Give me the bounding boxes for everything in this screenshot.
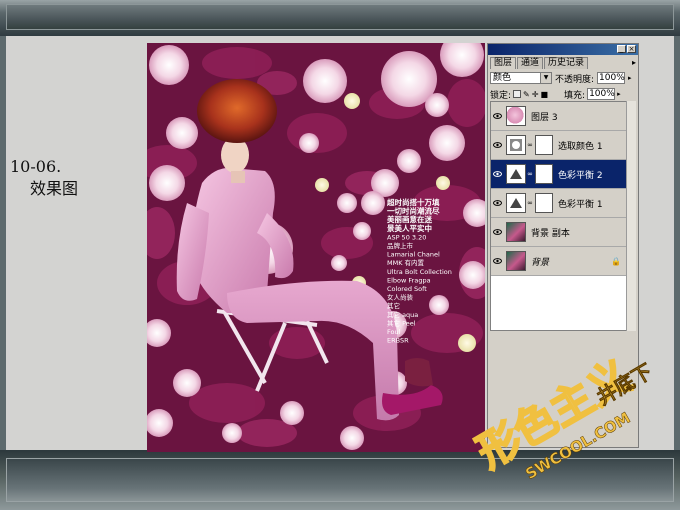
bottom-frame-bar bbox=[0, 450, 680, 510]
result-photo: 超时尚搭十万填 一切时尚潮流尽 美丽画意在迷 景美人平实中 ASP 50 3.20 品牌上… bbox=[147, 43, 485, 452]
lock-icon: 🔒 bbox=[611, 256, 621, 266]
eye-icon[interactable] bbox=[491, 200, 503, 206]
palette-title-bar[interactable]: _ × bbox=[488, 44, 638, 55]
photo-text-line: Colored Soft bbox=[387, 285, 427, 293]
palette-menu-icon[interactable]: ▸ bbox=[632, 58, 636, 67]
layer-thumbnail bbox=[506, 251, 526, 271]
link-icon: ∞ bbox=[527, 199, 533, 207]
layer-row-background-copy[interactable]: 背景 副本 bbox=[491, 218, 627, 247]
lock-transparency-icon[interactable] bbox=[513, 90, 522, 98]
layer-row-background[interactable]: 背景 🔒 bbox=[491, 247, 627, 276]
layer-mask-thumbnail bbox=[535, 193, 553, 213]
photo-text-line: Lamarial Chanel bbox=[387, 251, 440, 259]
photo-text-line: 其它 aqua bbox=[387, 310, 418, 319]
caption-title: 效果图 bbox=[30, 179, 79, 198]
photo-text-line: 其它 Peel bbox=[387, 318, 416, 327]
chevron-down-icon[interactable]: ▼ bbox=[540, 73, 551, 83]
minimize-icon[interactable]: _ bbox=[617, 45, 626, 53]
photo-text-line: Foul bbox=[387, 328, 401, 336]
photo-text-line: 其它 bbox=[387, 301, 400, 310]
layers-list: 图层 3 ∞ 选取颜色 1 ∞ 色彩平衡 2 ∞ 色彩平衡 1 背景 副本 背景… bbox=[490, 101, 628, 331]
photo-text-line: Ultra Bolt Collection bbox=[387, 268, 452, 276]
left-frame-edge bbox=[0, 36, 6, 450]
right-frame-edge bbox=[674, 36, 680, 450]
photo-text-line: 超时尚搭十万填 bbox=[386, 197, 440, 207]
layer-row-layer3[interactable]: 图层 3 bbox=[491, 102, 627, 131]
close-icon[interactable]: × bbox=[627, 45, 636, 53]
layer-name: 色彩平衡 1 bbox=[558, 199, 603, 210]
link-icon: ∞ bbox=[527, 170, 533, 178]
tab-layers[interactable]: 图层 bbox=[490, 57, 517, 69]
layer-mask-thumbnail bbox=[535, 135, 553, 155]
adjustment-layer-icon bbox=[506, 135, 526, 155]
blend-opacity-row: 颜色 ▼ 不透明度: 100% ▸ bbox=[488, 69, 638, 87]
adjustment-layer-icon bbox=[506, 164, 526, 184]
photo-text-line: MMK 有内置 bbox=[387, 258, 425, 267]
layer-row-selective-color[interactable]: ∞ 选取颜色 1 bbox=[491, 131, 627, 160]
layer-thumbnail bbox=[506, 222, 526, 242]
layer-mask-thumbnail bbox=[535, 164, 553, 184]
layer-name: 背景 副本 bbox=[531, 228, 570, 239]
opacity-label: 不透明度: bbox=[555, 74, 595, 85]
photo-text-line: 品牌上市 bbox=[387, 241, 414, 250]
caption-number: 10-06. bbox=[10, 157, 62, 176]
lock-brush-icon[interactable]: ✎ bbox=[523, 90, 530, 99]
fill-arrow-icon[interactable]: ▸ bbox=[617, 90, 621, 98]
photo-text-line: 女人尚装 bbox=[387, 293, 414, 302]
fill-label: 填充: bbox=[564, 90, 586, 101]
photo-text-line: ERBSR bbox=[387, 337, 409, 345]
layers-palette: _ × 图层 通道 历史记录 ▸ 颜色 ▼ 不透明度: 100% ▸ 锁定: ✎… bbox=[487, 43, 639, 448]
palette-tabs: 图层 通道 历史记录 ▸ bbox=[488, 57, 638, 69]
blend-mode-value: 颜色 bbox=[493, 73, 512, 83]
layer-row-color-balance-1[interactable]: ∞ 色彩平衡 1 bbox=[491, 189, 627, 218]
layer-name: 背景 bbox=[531, 257, 550, 268]
photo-text-line: 一切时尚潮流尽 bbox=[387, 206, 440, 216]
eye-icon[interactable] bbox=[491, 142, 503, 148]
lock-fill-row: 锁定: ✎ ✛ ■ 填充: 100% ▸ bbox=[488, 87, 638, 101]
opacity-field[interactable]: 100% bbox=[597, 72, 626, 84]
eye-icon[interactable] bbox=[491, 171, 503, 177]
layer-thumbnail bbox=[506, 106, 526, 126]
eye-icon[interactable] bbox=[491, 229, 503, 235]
blend-mode-select[interactable]: 颜色 ▼ bbox=[490, 72, 552, 84]
figure-caption: 10-06. 效果图 bbox=[10, 156, 78, 200]
opacity-arrow-icon[interactable]: ▸ bbox=[628, 74, 632, 82]
photo-text-line: 美丽画意在迷 bbox=[387, 214, 432, 224]
eye-icon[interactable] bbox=[491, 113, 503, 119]
layer-name: 色彩平衡 2 bbox=[558, 170, 603, 181]
photo-text-line: ASP 50 3.20 bbox=[387, 233, 426, 241]
layers-scrollbar[interactable] bbox=[626, 101, 636, 331]
link-icon: ∞ bbox=[527, 141, 533, 149]
tab-history[interactable]: 历史记录 bbox=[544, 57, 589, 69]
fill-field[interactable]: 100% bbox=[587, 88, 616, 100]
photo-illustration: 超时尚搭十万填一切时尚潮流尽美丽画意在迷景美人平实中ASP 50 3.20品牌上… bbox=[147, 43, 485, 452]
photo-text-line: Elbow Fragpa bbox=[387, 276, 431, 284]
photo-text-line: 景美人平实中 bbox=[387, 223, 432, 233]
tab-channels[interactable]: 通道 bbox=[517, 57, 544, 69]
layer-row-color-balance-2[interactable]: ∞ 色彩平衡 2 bbox=[491, 160, 627, 189]
lock-move-icon[interactable]: ✛ bbox=[532, 90, 539, 99]
adjustment-layer-icon bbox=[506, 193, 526, 213]
eye-icon[interactable] bbox=[491, 258, 503, 264]
layer-name: 图层 3 bbox=[531, 112, 558, 123]
layer-name: 选取颜色 1 bbox=[558, 141, 603, 152]
lock-all-icon[interactable]: ■ bbox=[540, 90, 548, 99]
top-frame-bar bbox=[0, 0, 680, 36]
lock-label: 锁定: bbox=[490, 90, 512, 101]
